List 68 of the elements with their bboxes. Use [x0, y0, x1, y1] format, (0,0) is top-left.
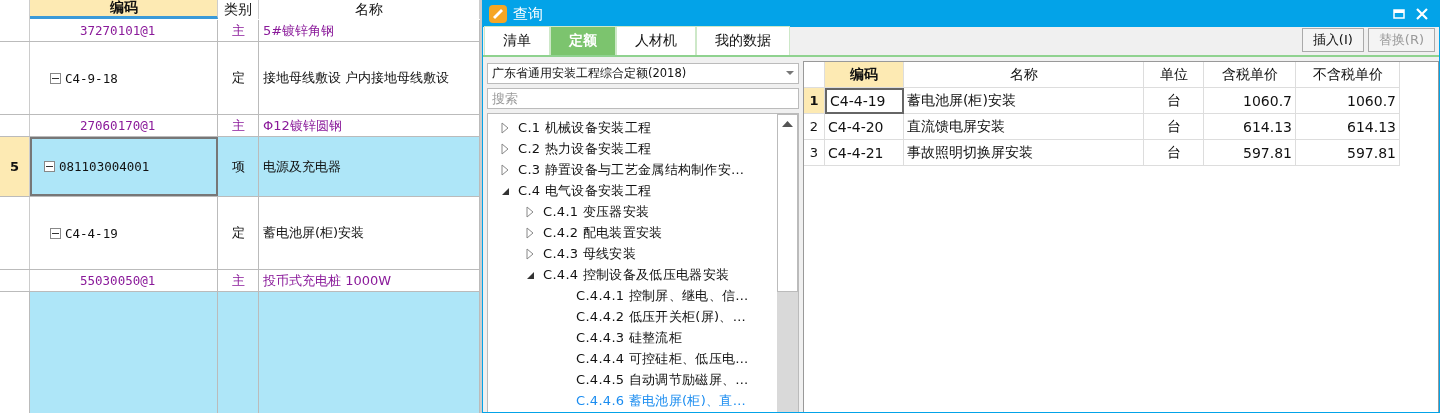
- tab[interactable]: 我的数据: [696, 26, 790, 55]
- tree-item[interactable]: C.4.4.2 低压开关柜(屏)、…: [576, 307, 746, 326]
- column-header[interactable]: 编码: [30, 0, 218, 19]
- table-cell: 项: [218, 137, 259, 196]
- tree-item[interactable]: C.1 机械设备安装工程: [518, 118, 652, 137]
- tree-item[interactable]: C.4.4.1 控制屏、继电、信…: [576, 286, 749, 305]
- tree-item[interactable]: C.3 静置设备与工艺金属结构制作安…: [518, 160, 745, 179]
- tab[interactable]: 清单: [484, 26, 550, 55]
- expand-triangle-icon[interactable]: [500, 163, 510, 176]
- tree-item[interactable]: C.4.4.5 自动调节励磁屏、…: [576, 370, 749, 389]
- table-cell: 614.13: [1296, 114, 1400, 140]
- table-cell: 597.81: [1204, 140, 1296, 166]
- scrollbar[interactable]: [777, 114, 798, 412]
- table-cell: 直流馈电屏安装: [904, 114, 1144, 140]
- tree-item[interactable]: C.4 电气设备安装工程: [518, 181, 652, 200]
- tree-item[interactable]: C.2 热力设备安装工程: [518, 139, 652, 158]
- scroll-up-icon[interactable]: [782, 121, 793, 127]
- table-cell: C4-4-21: [825, 140, 904, 166]
- code-text: 27060170@1: [80, 118, 156, 133]
- collapse-icon[interactable]: [50, 72, 61, 84]
- table-cell: 1060.7: [1296, 88, 1400, 114]
- collapse-icon[interactable]: [44, 161, 55, 172]
- table-cell: 1060.7: [1204, 88, 1296, 114]
- table-cell: 事故照明切换屏安装: [904, 140, 1144, 166]
- table-cell: 台: [1144, 114, 1204, 140]
- tree-item[interactable]: C.4.4.4 可控硅柜、低压电…: [576, 349, 749, 368]
- column-header[interactable]: 不含税单价: [1296, 62, 1400, 88]
- window-title: 查询: [513, 4, 544, 24]
- column-header[interactable]: 编码: [825, 62, 904, 88]
- action-button[interactable]: 插入(I): [1301, 28, 1364, 52]
- expand-triangle-icon[interactable]: [525, 205, 535, 218]
- tree-item[interactable]: C.4.1 变压器安装: [543, 202, 650, 221]
- table-cell: 蓄电池屏(柜)安装: [904, 88, 1144, 114]
- collapse-icon[interactable]: [50, 227, 61, 239]
- tree-item[interactable]: C.4.4 控制设备及低压电器安装: [543, 265, 730, 284]
- table-cell: 597.81: [1296, 140, 1400, 166]
- table-cell: 614.13: [1204, 114, 1296, 140]
- table-cell: C4-4-19: [825, 88, 904, 114]
- column-header[interactable]: 名称: [904, 62, 1144, 88]
- table-cell: 台: [1144, 140, 1204, 166]
- code-text: C4-9-18: [65, 70, 118, 86]
- expand-triangle-icon[interactable]: [500, 142, 510, 155]
- app-logo-icon: [489, 5, 507, 23]
- expand-triangle-icon[interactable]: [525, 226, 535, 239]
- tree-item[interactable]: C.4.3 母线安装: [543, 244, 637, 263]
- tree-item[interactable]: C.4.2 配电装置安装: [543, 223, 663, 242]
- row-number[interactable]: 1: [804, 88, 825, 114]
- table-cell: C4-4-20: [825, 114, 904, 140]
- row-number[interactable]: 3: [804, 140, 825, 166]
- code-text: C4-4-19: [65, 225, 118, 241]
- dropdown-caret-icon: [786, 71, 794, 76]
- code-text: 081103004001: [59, 159, 150, 174]
- tab[interactable]: 人材机: [616, 26, 696, 55]
- column-header[interactable]: 单位: [1144, 62, 1204, 88]
- code-text: 37270101@1: [80, 23, 156, 38]
- row-number[interactable]: 5: [0, 137, 30, 196]
- library-dropdown[interactable]: 广东省通用安装工程综合定额(2018): [487, 63, 799, 84]
- tree-item[interactable]: C.4.4.6 蓄电池屏(柜)、直…: [576, 391, 746, 410]
- search-field[interactable]: 搜索: [487, 88, 799, 109]
- code-text: 55030050@1: [80, 273, 156, 288]
- column-header[interactable]: 含税单价: [1204, 62, 1296, 88]
- table-cell: 台: [1144, 88, 1204, 114]
- tree-item[interactable]: C.4.4.3 硅整流柜: [576, 328, 683, 347]
- maximize-icon[interactable]: [1393, 9, 1405, 19]
- table-cell: 电源及充电器: [259, 137, 480, 196]
- row-number[interactable]: 2: [804, 114, 825, 140]
- expand-triangle-icon[interactable]: [525, 247, 535, 260]
- expand-triangle-icon[interactable]: [500, 121, 510, 134]
